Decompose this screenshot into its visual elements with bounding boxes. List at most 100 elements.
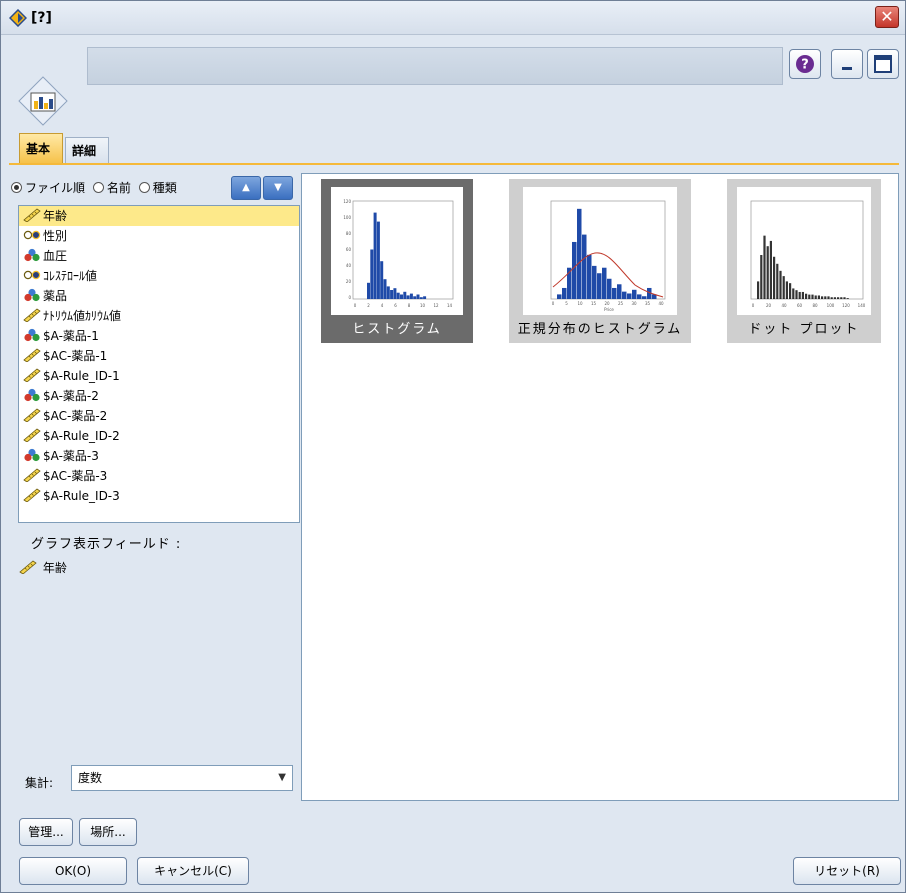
node-name-field[interactable] xyxy=(87,47,783,85)
chevron-down-icon: ▼ xyxy=(278,772,286,783)
dot-column xyxy=(821,296,824,299)
field-label: 性別 xyxy=(43,229,68,243)
cancel-button[interactable]: キャンセル(C) xyxy=(137,857,249,885)
graph-field-item[interactable]: 年齢 xyxy=(19,559,67,576)
aggregate-select[interactable]: 度数 ▼ xyxy=(71,765,293,791)
nominal-set-icon xyxy=(24,328,40,342)
manage-button[interactable]: 管理... xyxy=(19,818,73,846)
ruler-icon xyxy=(23,348,41,362)
field-label: 年齢 xyxy=(43,209,68,223)
field-list-item[interactable]: $A-Rule_ID-3 xyxy=(19,486,299,506)
field-list-item[interactable]: $AC-薬品-2 xyxy=(19,406,299,426)
dot-x-tick: 100 xyxy=(827,303,835,308)
ruler-icon xyxy=(23,468,41,482)
normal-histogram-bar xyxy=(572,241,577,299)
dot-column xyxy=(782,276,785,299)
window-title: [?] xyxy=(31,10,52,26)
dot-column xyxy=(805,293,808,299)
reset-button[interactable]: リセット(R) xyxy=(793,857,901,885)
nominal-set-icon xyxy=(24,248,40,262)
flag-icon xyxy=(23,230,41,240)
maximize-button[interactable] xyxy=(867,49,899,79)
dot-column xyxy=(817,295,820,299)
field-list-item[interactable]: ｺﾚｽﾃﾛｰﾙ値 xyxy=(19,266,299,286)
graph-field-label: 年齢 xyxy=(42,561,67,575)
dot-column xyxy=(801,291,804,299)
dot-x-tick: 0 xyxy=(752,303,755,308)
dialog-window: [?] ✕ ? 基本 詳細 ファイル順 名前 種類 ▲ ▼ 年齢 性別 血圧 ｺ… xyxy=(0,0,906,893)
field-label: $A-Rule_ID-2 xyxy=(43,429,120,443)
hist-x-tick: 12 xyxy=(433,303,439,308)
sort-descending-button[interactable]: ▼ xyxy=(263,176,293,200)
hist-y-tick: 60 xyxy=(346,247,352,252)
radio-icon xyxy=(92,182,104,193)
dot-column xyxy=(779,270,782,299)
sort-name-option[interactable]: 名前 xyxy=(92,179,131,196)
graphboard-node-icon xyxy=(18,76,68,126)
hist-x-tick: 4 xyxy=(381,303,384,308)
ok-button[interactable]: OK(O) xyxy=(19,857,127,885)
ruler-icon xyxy=(23,308,41,322)
close-button[interactable]: ✕ xyxy=(875,6,899,28)
dot-column xyxy=(757,281,760,299)
histogram-bar xyxy=(413,296,417,299)
normal-histogram-bar xyxy=(637,294,642,299)
field-list-item[interactable]: 性別 xyxy=(19,226,299,246)
ruler-icon xyxy=(23,428,41,442)
graph-dot-plot[interactable]: 0 20 40 60 80 100 120 140 ドット プロット xyxy=(727,179,881,343)
histogram-bar xyxy=(386,286,390,299)
graph-dot-plot-label: ドット プロット xyxy=(748,322,860,337)
field-list-item[interactable]: $AC-薬品-1 xyxy=(19,346,299,366)
graph-histogram[interactable]: 120 100 80 60 40 20 0 0 2 4 6 8 10 12 14 ヒストグラム xyxy=(321,179,473,343)
tab-basic[interactable]: 基本 xyxy=(19,133,63,163)
field-list-item[interactable]: $A-薬品-2 xyxy=(19,386,299,406)
histogram-bar xyxy=(393,288,397,299)
field-label: $A-Rule_ID-1 xyxy=(43,369,120,383)
field-list[interactable]: 年齢 性別 血圧 ｺﾚｽﾃﾛｰﾙ値 薬品 ﾅﾄﾘｳﾑ値ｶﾘｳﾑ値 $A-薬品-1 $AC-薬品… xyxy=(18,205,300,523)
field-list-item[interactable]: 血圧 xyxy=(19,246,299,266)
sort-file-order-option[interactable]: ファイル順 xyxy=(11,179,85,196)
title-bar: [?] ✕ xyxy=(1,1,905,35)
tab-advanced[interactable]: 詳細 xyxy=(65,137,109,163)
radio-selected-icon xyxy=(11,182,22,193)
field-list-item[interactable]: $A-Rule_ID-1 xyxy=(19,366,299,386)
sort-type-option[interactable]: 種類 xyxy=(138,179,177,196)
ruler-icon xyxy=(19,560,37,574)
sort-ascending-button[interactable]: ▲ xyxy=(231,176,261,200)
normal-histogram-bar xyxy=(642,296,647,299)
field-list-item[interactable]: 年齢 xyxy=(19,206,299,226)
graph-normal-histogram[interactable]: 0 5 10 15 20 25 30 35 40 Price 正規分布のヒストグラム xyxy=(509,179,691,343)
field-list-item[interactable]: ﾅﾄﾘｳﾑ値ｶﾘｳﾑ値 xyxy=(19,306,299,326)
sort-ascending-icon: ▲ xyxy=(242,182,250,193)
normal-histogram-bar xyxy=(592,265,597,299)
field-list-item[interactable]: 薬品 xyxy=(19,286,299,306)
normal-histogram-bar xyxy=(562,287,567,299)
nominal-set-icon xyxy=(24,388,40,402)
histogram-bar xyxy=(383,279,387,299)
field-list-item[interactable]: $A-薬品-1 xyxy=(19,326,299,346)
dot-x-tick: 60 xyxy=(797,303,803,308)
normal-x-tick: 30 xyxy=(631,301,637,306)
normal-x-tick: 35 xyxy=(645,301,651,306)
normal-x-tick: 20 xyxy=(604,301,610,306)
aggregate-value: 度数 xyxy=(78,771,103,785)
location-button[interactable]: 場所... xyxy=(79,818,137,846)
ruler-icon xyxy=(23,368,41,382)
dot-column xyxy=(798,291,801,299)
dot-column xyxy=(789,283,792,299)
help-button[interactable]: ? xyxy=(789,49,821,79)
histogram-bar xyxy=(423,296,427,299)
histogram-bar xyxy=(390,290,394,299)
dot-x-tick: 80 xyxy=(812,303,818,308)
field-list-item[interactable]: $A-Rule_ID-2 xyxy=(19,426,299,446)
field-list-item[interactable]: $AC-薬品-3 xyxy=(19,466,299,486)
histogram-bar xyxy=(367,282,370,299)
field-label: $A-薬品-3 xyxy=(43,449,99,463)
normal-histogram-bar xyxy=(627,293,632,299)
field-label: $AC-薬品-3 xyxy=(43,469,108,483)
minimize-button[interactable] xyxy=(831,49,863,79)
normal-histogram-bar xyxy=(587,254,592,299)
field-list-item[interactable]: $A-薬品-3 xyxy=(19,446,299,466)
field-label: $AC-薬品-2 xyxy=(43,409,108,423)
minimize-icon xyxy=(842,67,852,70)
